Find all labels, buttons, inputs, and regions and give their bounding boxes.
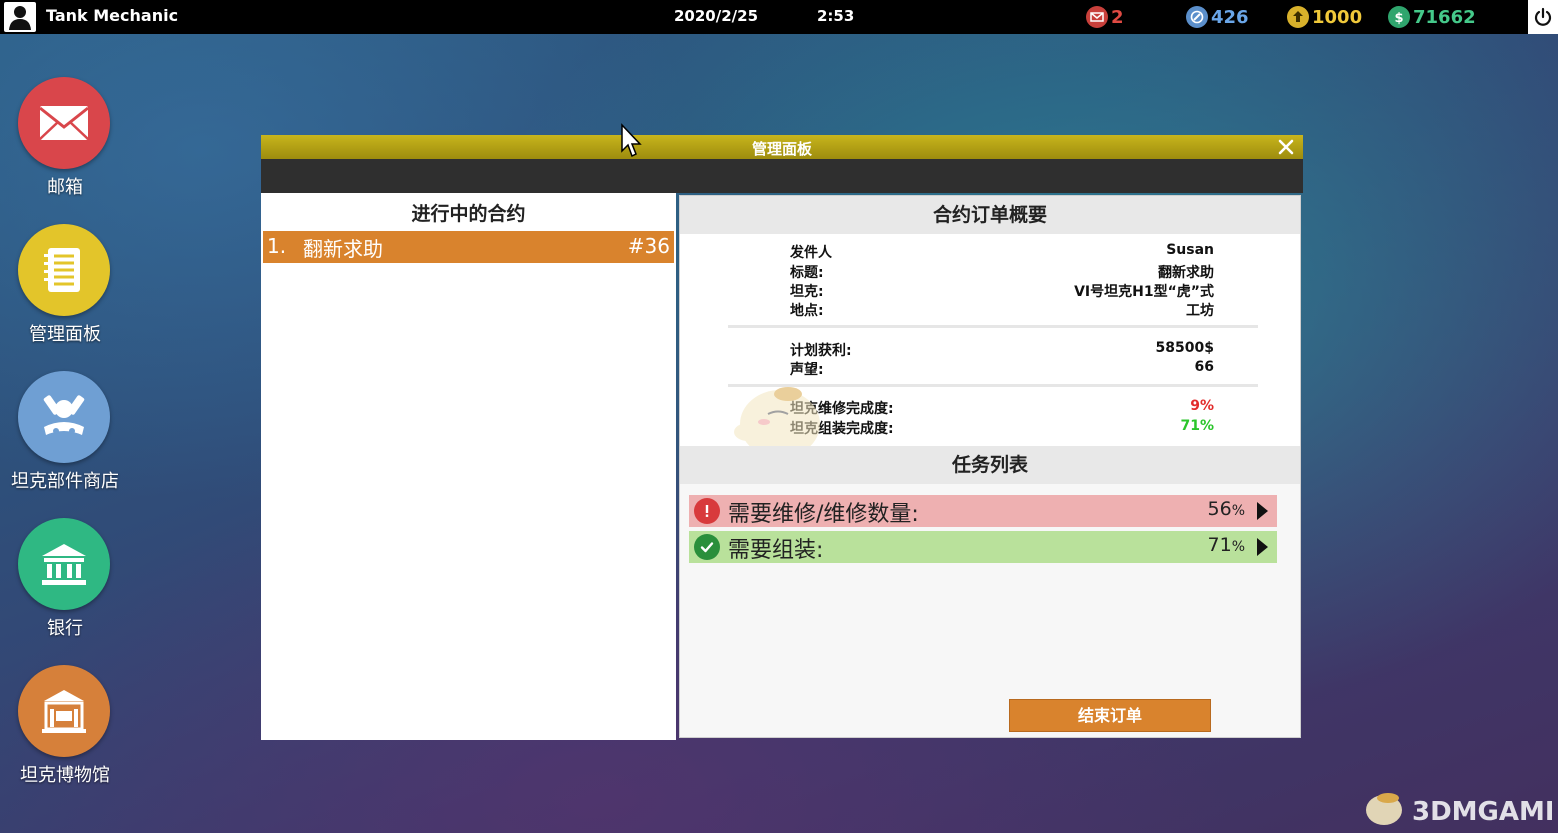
desktop-tank-parts-shop-label: 坦克部件商店 (11, 471, 119, 492)
detail-assembly-progress: 坦克组装完成度: 71% (790, 418, 1214, 438)
task-percent-unit: % (1231, 503, 1245, 519)
close-icon (1278, 139, 1294, 155)
money-counter: $ 71662 (1388, 4, 1476, 30)
reputation-counter: 426 (1186, 4, 1249, 30)
task-percent: 56% (1208, 498, 1246, 520)
task-label: 需要维修/维修数量: (728, 502, 919, 527)
end-order-button[interactable]: 结束订单 (1009, 699, 1211, 732)
contract-summary-header: 合约订单概要 (680, 196, 1300, 234)
dollar-icon: $ (1388, 6, 1410, 28)
game-date: 2020/2/25 (674, 7, 759, 25)
desktop-mailbox-label: 邮箱 (47, 177, 83, 198)
detail-label: 发件人 (790, 245, 832, 261)
detail-value: 58500$ (1155, 340, 1214, 356)
contract-list-item[interactable]: 1. 翻新求助 #36 (263, 231, 674, 263)
museum-icon (18, 665, 110, 757)
check-icon (694, 534, 720, 560)
mail-count: 2 (1111, 6, 1124, 28)
power-icon (1534, 7, 1552, 26)
game-time: 2:53 (817, 7, 855, 25)
detail-subject: 标题: 翻新求助 (790, 262, 1214, 282)
detail-value: 翻新求助 (1158, 265, 1214, 281)
top-bar: Tank Mechanic 2020/2/25 2:53 2 426 1000 … (0, 0, 1558, 34)
desktop-tank-museum-label: 坦克博物馆 (20, 765, 110, 786)
svg-text:$: $ (1394, 11, 1403, 25)
detail-location: 地点: 工坊 (790, 300, 1214, 320)
task-repair[interactable]: 需要维修/维修数量: 56% (689, 495, 1277, 527)
notebook-icon (18, 224, 110, 316)
task-percent-unit: % (1231, 539, 1245, 555)
detail-value: 9% (1190, 398, 1214, 414)
detail-sender: 发件人 Susan (790, 242, 1214, 262)
divider (728, 325, 1258, 328)
task-label: 需要组装: (728, 538, 824, 563)
desktop-bank-label: 银行 (47, 618, 83, 639)
gold-value: 1000 (1312, 6, 1363, 28)
watermark-text: 3DMGAME (1412, 797, 1552, 827)
detail-label: 标题: (790, 265, 824, 281)
contract-id: #36 (627, 234, 670, 258)
detail-label: 计划获利: (790, 343, 852, 359)
window-title-bar[interactable]: 管理面板 (261, 135, 1303, 159)
desktop-management-panel-label: 管理面板 (29, 324, 101, 345)
contract-number: 1. (267, 234, 287, 258)
wrench-icon (1186, 6, 1208, 28)
detail-label: 坦克: (790, 284, 824, 300)
mail-icon (1086, 6, 1108, 28)
detail-reputation: 声望: 66 (790, 359, 1214, 379)
window-title: 管理面板 (751, 140, 812, 158)
task-percent-value: 71 (1207, 534, 1232, 556)
detail-value: 66 (1194, 359, 1214, 375)
bank-icon (18, 518, 110, 610)
envelope-icon (18, 77, 110, 169)
tank-parts-icon (18, 371, 110, 463)
detail-tank: 坦克: VI号坦克H1型“虎”式 (790, 281, 1214, 301)
detail-value: VI号坦克H1型“虎”式 (1074, 284, 1214, 300)
detail-repair-progress: 坦克维修完成度: 9% (790, 398, 1214, 418)
detail-value: 71% (1180, 418, 1214, 434)
mouse-cursor-icon (620, 123, 642, 159)
close-button[interactable] (1275, 136, 1297, 158)
money-value: 71662 (1413, 6, 1476, 28)
task-assembly[interactable]: 需要组装: 71% (689, 531, 1277, 563)
profile-icon[interactable] (4, 2, 36, 32)
play-arrow-icon[interactable] (1255, 501, 1269, 521)
detail-label: 地点: (790, 303, 824, 319)
power-button[interactable] (1528, 0, 1558, 34)
gold-counter: 1000 (1287, 4, 1362, 30)
task-percent-value: 56 (1207, 498, 1232, 520)
detail-profit: 计划获利: 58500$ (790, 340, 1214, 360)
window-toolbar-strip (261, 159, 1303, 193)
active-contracts-header: 进行中的合约 (411, 203, 526, 225)
mail-counter[interactable]: 2 (1086, 4, 1124, 30)
watermark-logo: 3DMGAME (1362, 786, 1552, 830)
task-list-header: 任务列表 (680, 446, 1300, 484)
app-title: Tank Mechanic (46, 6, 179, 25)
reputation-value: 426 (1211, 6, 1249, 28)
task-percent: 71% (1208, 534, 1246, 556)
warning-icon (694, 498, 720, 524)
detail-value: Susan (1166, 242, 1214, 258)
gold-icon (1287, 6, 1309, 28)
contract-name: 翻新求助 (303, 237, 383, 261)
contract-details: 发件人 Susan 标题: 翻新求助 坦克: VI号坦克H1型“虎”式 地点: … (680, 234, 1300, 458)
management-panel-window: 管理面板 进行中的合约 1. 翻新求助 #36 合约订单概要 发件人 Susan… (261, 135, 1303, 740)
active-contracts-pane: 进行中的合约 1. 翻新求助 #36 (261, 193, 676, 740)
detail-value: 工坊 (1186, 303, 1214, 319)
play-arrow-icon[interactable] (1255, 537, 1269, 557)
contract-summary-pane: 合约订单概要 发件人 Susan 标题: 翻新求助 坦克: VI号坦克H1型“虎… (679, 195, 1301, 738)
